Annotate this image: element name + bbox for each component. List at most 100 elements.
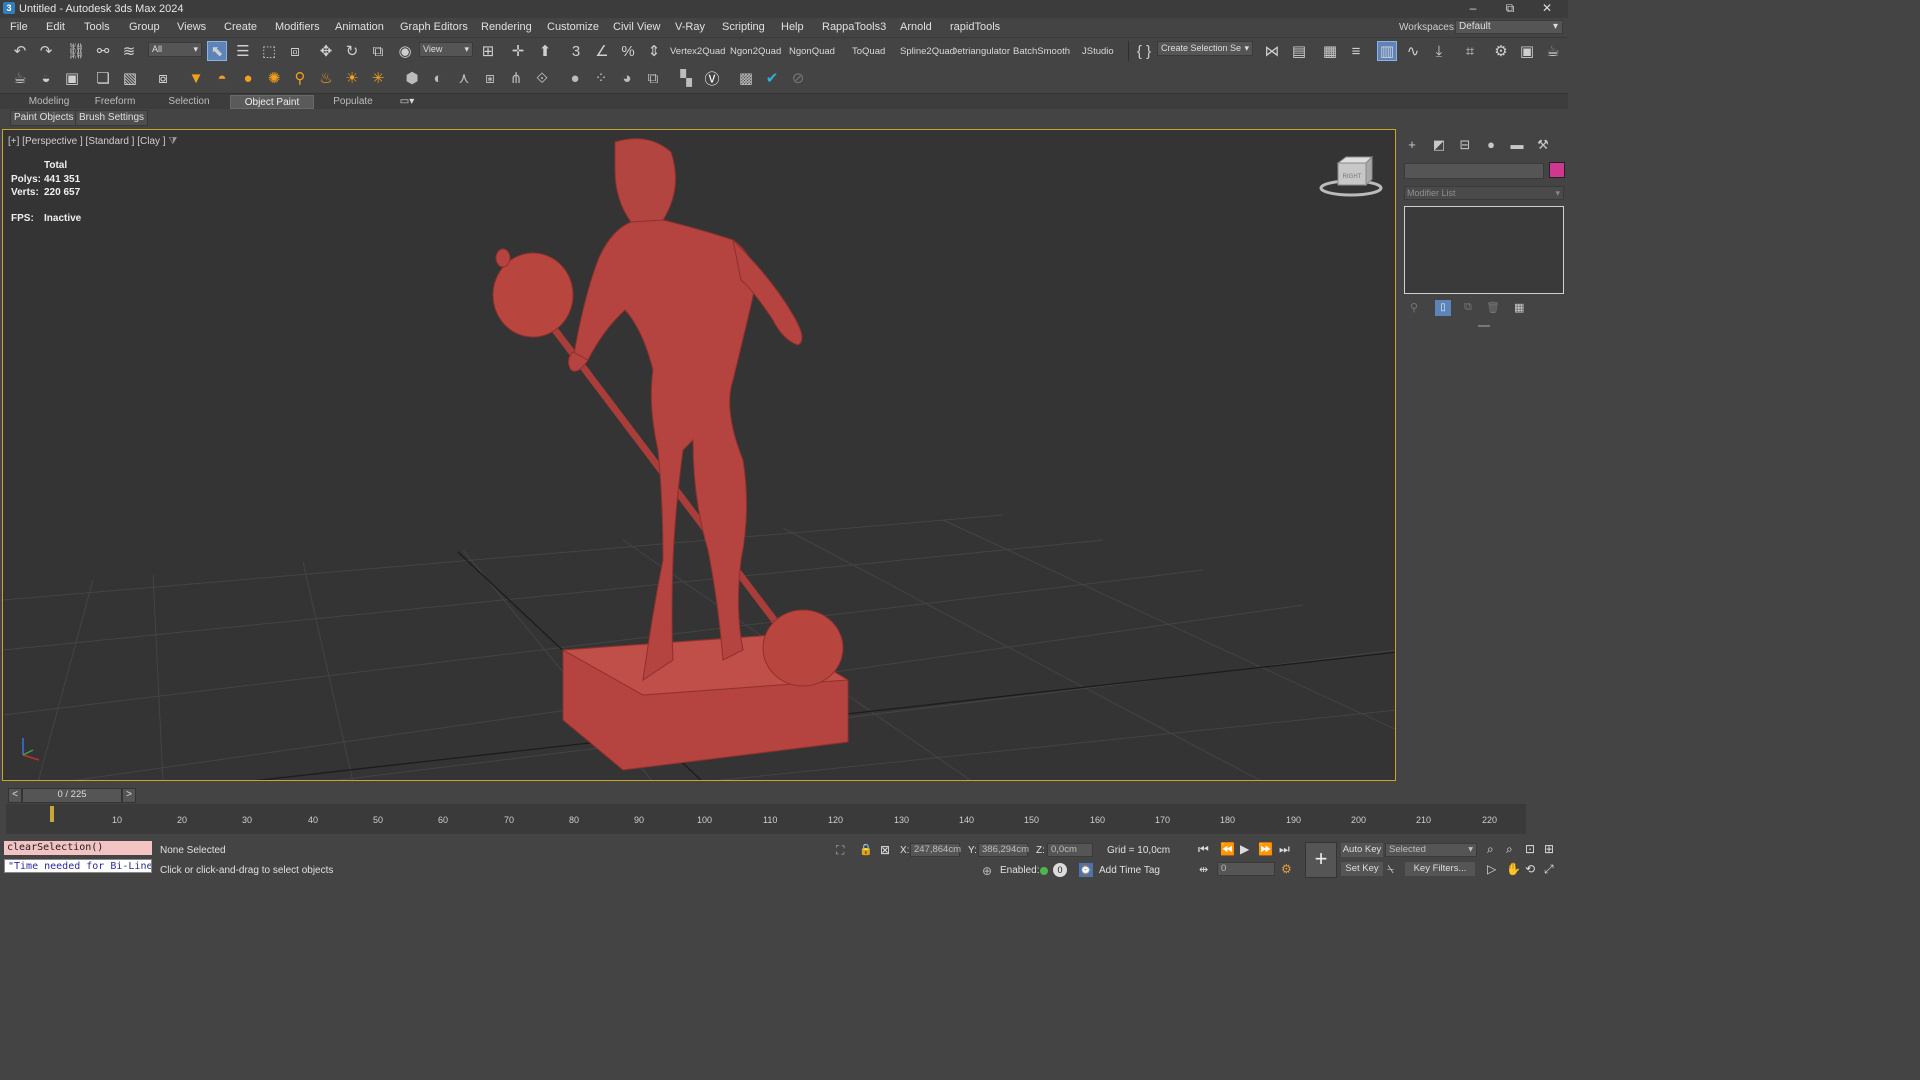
spinner-snap-icon[interactable]: ⇕ bbox=[644, 41, 664, 61]
orbit-icon[interactable]: ⟲ bbox=[1525, 862, 1535, 876]
plugin-jstudio[interactable]: JStudio bbox=[1082, 46, 1114, 57]
hierarchy-tab-icon[interactable]: ⊟ bbox=[1455, 137, 1475, 155]
panel-resize-handle[interactable] bbox=[1478, 325, 1490, 327]
teapot-icon[interactable]: ☕ bbox=[10, 68, 30, 88]
menu-vray[interactable]: V-Ray bbox=[675, 21, 705, 33]
selection-filter-dropdown[interactable]: All ▾ bbox=[148, 42, 202, 57]
menu-animation[interactable]: Animation bbox=[335, 21, 384, 33]
x-coordinate-field[interactable]: 247,864cm bbox=[910, 843, 961, 857]
align-icon[interactable]: ▤ bbox=[1289, 41, 1309, 61]
paint-objects-button[interactable]: Paint Objects bbox=[10, 110, 78, 126]
zoom-extents-all-icon[interactable]: ⊞ bbox=[1544, 842, 1554, 856]
isolate-selection-icon[interactable]: ⛶ bbox=[836, 843, 844, 858]
perspective-viewport[interactable]: [+] [Perspective ] [Standard ] [Clay ] ⧩… bbox=[2, 129, 1396, 781]
ribbon-options-icon[interactable]: ▭▾ bbox=[396, 95, 418, 109]
vray-spot-light-icon[interactable]: ⚲ bbox=[290, 68, 310, 88]
time-configuration-icon[interactable]: ⚙ bbox=[1281, 862, 1292, 876]
set-key-big-button[interactable]: + bbox=[1305, 842, 1337, 878]
cloth-icon[interactable]: ◒ bbox=[36, 68, 56, 88]
undo-icon[interactable]: ↶ bbox=[10, 41, 30, 61]
material-library-icon[interactable]: ⁘ bbox=[591, 68, 611, 88]
next-frame-icon[interactable]: ⏩ bbox=[1258, 842, 1273, 856]
prev-frame-button[interactable]: < bbox=[8, 788, 22, 803]
utilities-tab-icon[interactable]: ⚒ bbox=[1533, 137, 1553, 155]
adaptive-degradation-icon[interactable]: ⊕ bbox=[982, 864, 992, 878]
vray-plane-icon[interactable]: ◐ bbox=[428, 68, 448, 88]
tab-populate[interactable]: Populate bbox=[322, 95, 384, 109]
modifier-list-dropdown[interactable]: Modifier List ▾ bbox=[1404, 186, 1564, 200]
brush-settings-button[interactable]: Brush Settings bbox=[75, 110, 149, 126]
next-frame-button[interactable]: > bbox=[122, 788, 136, 803]
zoom-all-icon[interactable]: ⌕ bbox=[1506, 842, 1513, 857]
vray-fur-icon[interactable]: ⧆ bbox=[480, 68, 500, 88]
schematic-view-icon[interactable]: ⌗ bbox=[1460, 41, 1480, 61]
vray-sky-icon[interactable]: ✳ bbox=[368, 68, 388, 88]
move-icon[interactable]: ✥ bbox=[316, 41, 336, 61]
render-setup-icon[interactable]: ⚙ bbox=[1491, 41, 1511, 61]
vray-frame-buffer-icon[interactable]: ⧇ bbox=[153, 68, 173, 88]
current-frame-field[interactable]: 0 bbox=[1217, 862, 1275, 876]
object-color-swatch[interactable] bbox=[1549, 162, 1565, 178]
layer-explorer-icon[interactable]: ≡ bbox=[1346, 41, 1366, 61]
tab-freeform[interactable]: Freeform bbox=[84, 95, 146, 109]
plugin-batchsmooth[interactable]: BatchSmooth bbox=[1013, 46, 1070, 57]
vray-logo-icon[interactable]: Ⓥ bbox=[702, 68, 722, 88]
reference-coordinate-dropdown[interactable]: View ▾ bbox=[419, 42, 473, 57]
plugin-vertex2quad[interactable]: Vertex2Quad bbox=[670, 46, 725, 57]
keyboard-shortcut-override-icon[interactable]: ⬆ bbox=[535, 41, 555, 61]
key-mode-toggle-icon[interactable]: ⇹ bbox=[1199, 863, 1208, 876]
menu-rappatools[interactable]: RappaTools3 bbox=[822, 21, 886, 33]
menu-rapidtools[interactable]: rapidTools bbox=[950, 21, 1000, 33]
key-filters-button[interactable]: Key Filters... bbox=[1405, 862, 1475, 876]
check-icon[interactable]: ✔ bbox=[762, 68, 782, 88]
z-coordinate-field[interactable]: 0,0cm bbox=[1047, 843, 1093, 857]
vray-physical-camera-icon[interactable]: ⋏ bbox=[454, 68, 474, 88]
menu-scripting[interactable]: Scripting bbox=[722, 21, 765, 33]
menu-views[interactable]: Views bbox=[177, 21, 206, 33]
add-time-tag-label[interactable]: Add Time Tag bbox=[1099, 865, 1160, 876]
vray-sun-icon[interactable]: ☀ bbox=[342, 68, 362, 88]
rendered-frame-window-icon[interactable]: ▣ bbox=[1517, 41, 1537, 61]
tab-object-paint[interactable]: Object Paint bbox=[230, 95, 314, 109]
vray-ambient-light-icon[interactable]: ♨ bbox=[316, 68, 336, 88]
pin-stack-icon[interactable]: ⚲ bbox=[1410, 301, 1418, 314]
pan-view-icon[interactable]: ✋ bbox=[1506, 862, 1521, 876]
rotate-icon[interactable]: ↻ bbox=[342, 41, 362, 61]
mirror-icon[interactable]: ⋈ bbox=[1262, 41, 1282, 61]
redo-icon[interactable]: ↷ bbox=[36, 41, 56, 61]
tab-selection[interactable]: Selection bbox=[158, 95, 220, 109]
zoom-icon[interactable]: ⌕ bbox=[1487, 842, 1494, 857]
rectangular-selection-icon[interactable]: ⬚ bbox=[259, 41, 279, 61]
menu-civil-view[interactable]: Civil View bbox=[613, 21, 660, 33]
show-end-result-icon[interactable]: ▯ bbox=[1435, 300, 1451, 316]
scene-states-icon[interactable]: ▧ bbox=[120, 68, 140, 88]
key-mode-dropdown[interactable]: Selected ▾ bbox=[1385, 843, 1477, 857]
render-production-icon[interactable]: ☕ bbox=[1543, 41, 1563, 61]
menu-help[interactable]: Help bbox=[781, 21, 804, 33]
modifier-stack[interactable] bbox=[1404, 206, 1564, 294]
material-editor-icon[interactable]: ⧉ bbox=[643, 68, 663, 88]
restore-button[interactable]: ⧉ bbox=[1495, 1, 1525, 17]
zoom-extents-icon[interactable]: ⊡ bbox=[1525, 842, 1535, 856]
link-icon[interactable]: ⛓ bbox=[66, 41, 86, 61]
key-filters-icon[interactable]: ⍀ bbox=[1387, 862, 1394, 877]
plugin-detriangulator[interactable]: Detriangulator bbox=[954, 46, 1010, 57]
menu-file[interactable]: File bbox=[10, 21, 28, 33]
bind-spacewarp-icon[interactable]: ≋ bbox=[119, 41, 139, 61]
vray-proxy-icon[interactable]: ⬢ bbox=[402, 68, 422, 88]
toggle-ribbon-icon[interactable]: ▥ bbox=[1377, 41, 1397, 61]
menu-edit[interactable]: Edit bbox=[46, 21, 65, 33]
y-coordinate-field[interactable]: 386,294cm bbox=[978, 843, 1029, 857]
layers-icon[interactable]: ❏ bbox=[93, 68, 113, 88]
maxscript-listener-input[interactable]: clearSelection() bbox=[4, 841, 152, 855]
vray-dome-light-icon[interactable]: ◓ bbox=[212, 68, 232, 88]
plugin-ngonquad[interactable]: NgonQuad bbox=[789, 46, 835, 57]
select-object-icon[interactable]: ⬉ bbox=[207, 41, 227, 61]
plugin-toquad[interactable]: ToQuad bbox=[852, 46, 885, 57]
plugin-ngon2quad[interactable]: Ngon2Quad bbox=[730, 46, 781, 57]
menu-modifiers[interactable]: Modifiers bbox=[275, 21, 320, 33]
motion-tab-icon[interactable]: ● bbox=[1481, 137, 1501, 155]
percent-snap-icon[interactable]: % bbox=[618, 41, 638, 61]
angle-snap-icon[interactable]: ∠ bbox=[592, 41, 612, 61]
field-of-view-icon[interactable]: ▷ bbox=[1487, 862, 1496, 876]
